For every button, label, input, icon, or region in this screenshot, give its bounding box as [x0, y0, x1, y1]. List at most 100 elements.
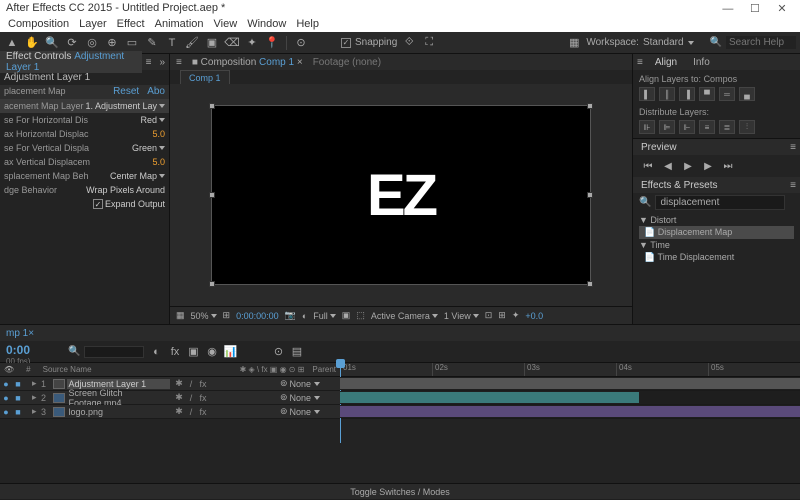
- grid-icon[interactable]: ▦: [566, 35, 582, 51]
- timeline-layer-row[interactable]: ● ■ ▸ 3 logo.png ✱/fx ⊚None: [0, 405, 800, 419]
- preview-tab[interactable]: Preview: [633, 142, 685, 153]
- parent-pickwhip-icon[interactable]: ⊚: [280, 378, 288, 389]
- ec-prop-value[interactable]: Center Map: [110, 171, 165, 181]
- clone-tool-icon[interactable]: ▣: [204, 35, 220, 51]
- align-left-icon[interactable]: ▌: [639, 87, 655, 101]
- handle-tr[interactable]: [587, 103, 593, 109]
- lock-toggle[interactable]: ■: [12, 393, 24, 403]
- last-frame-button[interactable]: ⏭: [719, 159, 737, 173]
- tree-folder[interactable]: ▼ Distort: [639, 214, 794, 226]
- snap-opt-icon[interactable]: ⟐: [401, 35, 417, 51]
- first-frame-button[interactable]: ⏮: [639, 159, 657, 173]
- ec-prop-value[interactable]: Green: [132, 143, 165, 153]
- viewport[interactable]: EZ: [170, 84, 632, 306]
- workspace-selector[interactable]: Workspace: Standard: [586, 37, 693, 48]
- timeline-layer-row[interactable]: ● ■ ▸ 2 Screen Glitch Footage.mp4 ✱/fx ⊚…: [0, 391, 800, 405]
- align-hcenter-icon[interactable]: ║: [659, 87, 675, 101]
- panel-menu-icon[interactable]: ≡: [633, 57, 647, 68]
- handle-br[interactable]: [587, 281, 593, 287]
- align-vcenter-icon[interactable]: ═: [719, 87, 735, 101]
- parent-dropdown[interactable]: None: [290, 407, 320, 417]
- next-frame-button[interactable]: ▶: [699, 159, 717, 173]
- brush-tool-icon[interactable]: 🖌: [184, 35, 200, 51]
- vc-c-icon[interactable]: ✦: [512, 310, 520, 321]
- lock-toggle[interactable]: ■: [12, 407, 24, 417]
- graph-icon[interactable]: 📊: [223, 343, 239, 359]
- selection-tool-icon[interactable]: ▲: [4, 35, 20, 51]
- dist-3-icon[interactable]: ⊩: [679, 120, 695, 134]
- dist-5-icon[interactable]: ≣: [719, 120, 735, 134]
- view-selector[interactable]: 1 View: [444, 311, 479, 321]
- vc-timecode[interactable]: 0:00:00:00: [236, 311, 279, 321]
- inner-comp-tab[interactable]: Comp 1: [180, 70, 230, 84]
- vc-exposure[interactable]: +0.0: [525, 311, 543, 321]
- vc-a-icon[interactable]: ⊡: [485, 310, 493, 321]
- vc-grid-icon[interactable]: ▦: [176, 310, 185, 321]
- ec-prop-value[interactable]: Red: [140, 115, 165, 125]
- minimize-button[interactable]: —: [716, 3, 740, 15]
- layer-bar[interactable]: [340, 392, 639, 403]
- eye-toggle[interactable]: ●: [0, 407, 12, 417]
- timeline-timecode-area[interactable]: 0:00 00 fps): [0, 341, 64, 362]
- panel-menu-icon[interactable]: ≡: [786, 142, 800, 153]
- motion-blur-icon[interactable]: ◉: [204, 343, 220, 359]
- panel-menu-icon[interactable]: ≡: [786, 180, 800, 191]
- menu-animation[interactable]: Animation: [155, 18, 204, 30]
- shy-icon[interactable]: ◐: [148, 344, 164, 360]
- eye-toggle[interactable]: ●: [0, 379, 12, 389]
- tree-preset[interactable]: 📄 Displacement Map: [639, 226, 794, 239]
- type-tool-icon[interactable]: T: [164, 35, 180, 51]
- align-tab[interactable]: Align: [647, 57, 685, 68]
- zoom-tool-icon[interactable]: 🔍: [44, 35, 60, 51]
- handle-l[interactable]: [209, 192, 215, 198]
- effects-presets-tab[interactable]: Effects & Presets: [633, 180, 726, 191]
- align-right-icon[interactable]: ▐: [679, 87, 695, 101]
- vc-channel-icon[interactable]: ◐: [302, 311, 307, 321]
- ec-reset-link[interactable]: Reset: [113, 86, 139, 98]
- layer-bar[interactable]: [340, 406, 800, 417]
- panel-close-icon[interactable]: »: [155, 57, 169, 68]
- roto-tool-icon[interactable]: ✦: [244, 35, 260, 51]
- draft-icon[interactable]: ▤: [289, 344, 305, 360]
- timeline-search-input[interactable]: [84, 346, 144, 358]
- ec-about-link[interactable]: Abo: [147, 86, 165, 98]
- hand-tool-icon[interactable]: ✋: [24, 35, 40, 51]
- menu-composition[interactable]: Composition: [8, 18, 69, 30]
- dist-2-icon[interactable]: ⊫: [659, 120, 675, 134]
- menu-help[interactable]: Help: [296, 18, 319, 30]
- handle-r[interactable]: [587, 192, 593, 198]
- dist-4-icon[interactable]: ≡: [699, 120, 715, 134]
- parent-dropdown[interactable]: None: [290, 379, 320, 389]
- info-tab[interactable]: Info: [685, 57, 718, 68]
- comp-tab[interactable]: ■ Composition Comp 1 ×: [192, 57, 303, 68]
- menu-view[interactable]: View: [214, 18, 238, 30]
- pen-tool-icon[interactable]: ✎: [144, 35, 160, 51]
- snap-opt2-icon[interactable]: ⛶: [421, 35, 437, 51]
- prev-frame-button[interactable]: ◀: [659, 159, 677, 173]
- eye-toggle[interactable]: ●: [0, 393, 12, 403]
- ec-prop-value[interactable]: 1. Adjustment Lay: [85, 101, 165, 111]
- maximize-button[interactable]: ☐: [743, 2, 767, 15]
- align-bottom-icon[interactable]: ▄: [739, 87, 755, 101]
- ec-checkbox[interactable]: ✓: [93, 199, 103, 209]
- pan-behind-tool-icon[interactable]: ⊕: [104, 35, 120, 51]
- dist-1-icon[interactable]: ⊪: [639, 120, 655, 134]
- vc-res-icon[interactable]: ⊞: [223, 310, 231, 321]
- comp-panel-menu-icon[interactable]: ≡: [176, 57, 182, 68]
- menu-window[interactable]: Window: [247, 18, 286, 30]
- footage-tab[interactable]: Footage (none): [313, 57, 381, 68]
- effects-search-input[interactable]: [655, 195, 785, 210]
- parent-pickwhip-icon[interactable]: ⊚: [280, 406, 288, 417]
- panel-menu-icon[interactable]: ≡: [142, 57, 156, 68]
- composition-canvas[interactable]: EZ: [211, 105, 591, 285]
- rotate-tool-icon[interactable]: ⟳: [64, 35, 80, 51]
- play-button[interactable]: ▶: [679, 159, 697, 173]
- vc-guides-icon[interactable]: ▣: [342, 310, 351, 321]
- brain-icon[interactable]: ⊙: [270, 344, 286, 360]
- handle-bl[interactable]: [209, 281, 215, 287]
- zoom-selector[interactable]: 50%: [191, 311, 217, 321]
- close-button[interactable]: ✕: [770, 2, 794, 15]
- puppet-tool-icon[interactable]: 📍: [264, 35, 280, 51]
- vc-mask-icon[interactable]: ⬚: [356, 310, 365, 321]
- eraser-tool-icon[interactable]: ⌫: [224, 35, 240, 51]
